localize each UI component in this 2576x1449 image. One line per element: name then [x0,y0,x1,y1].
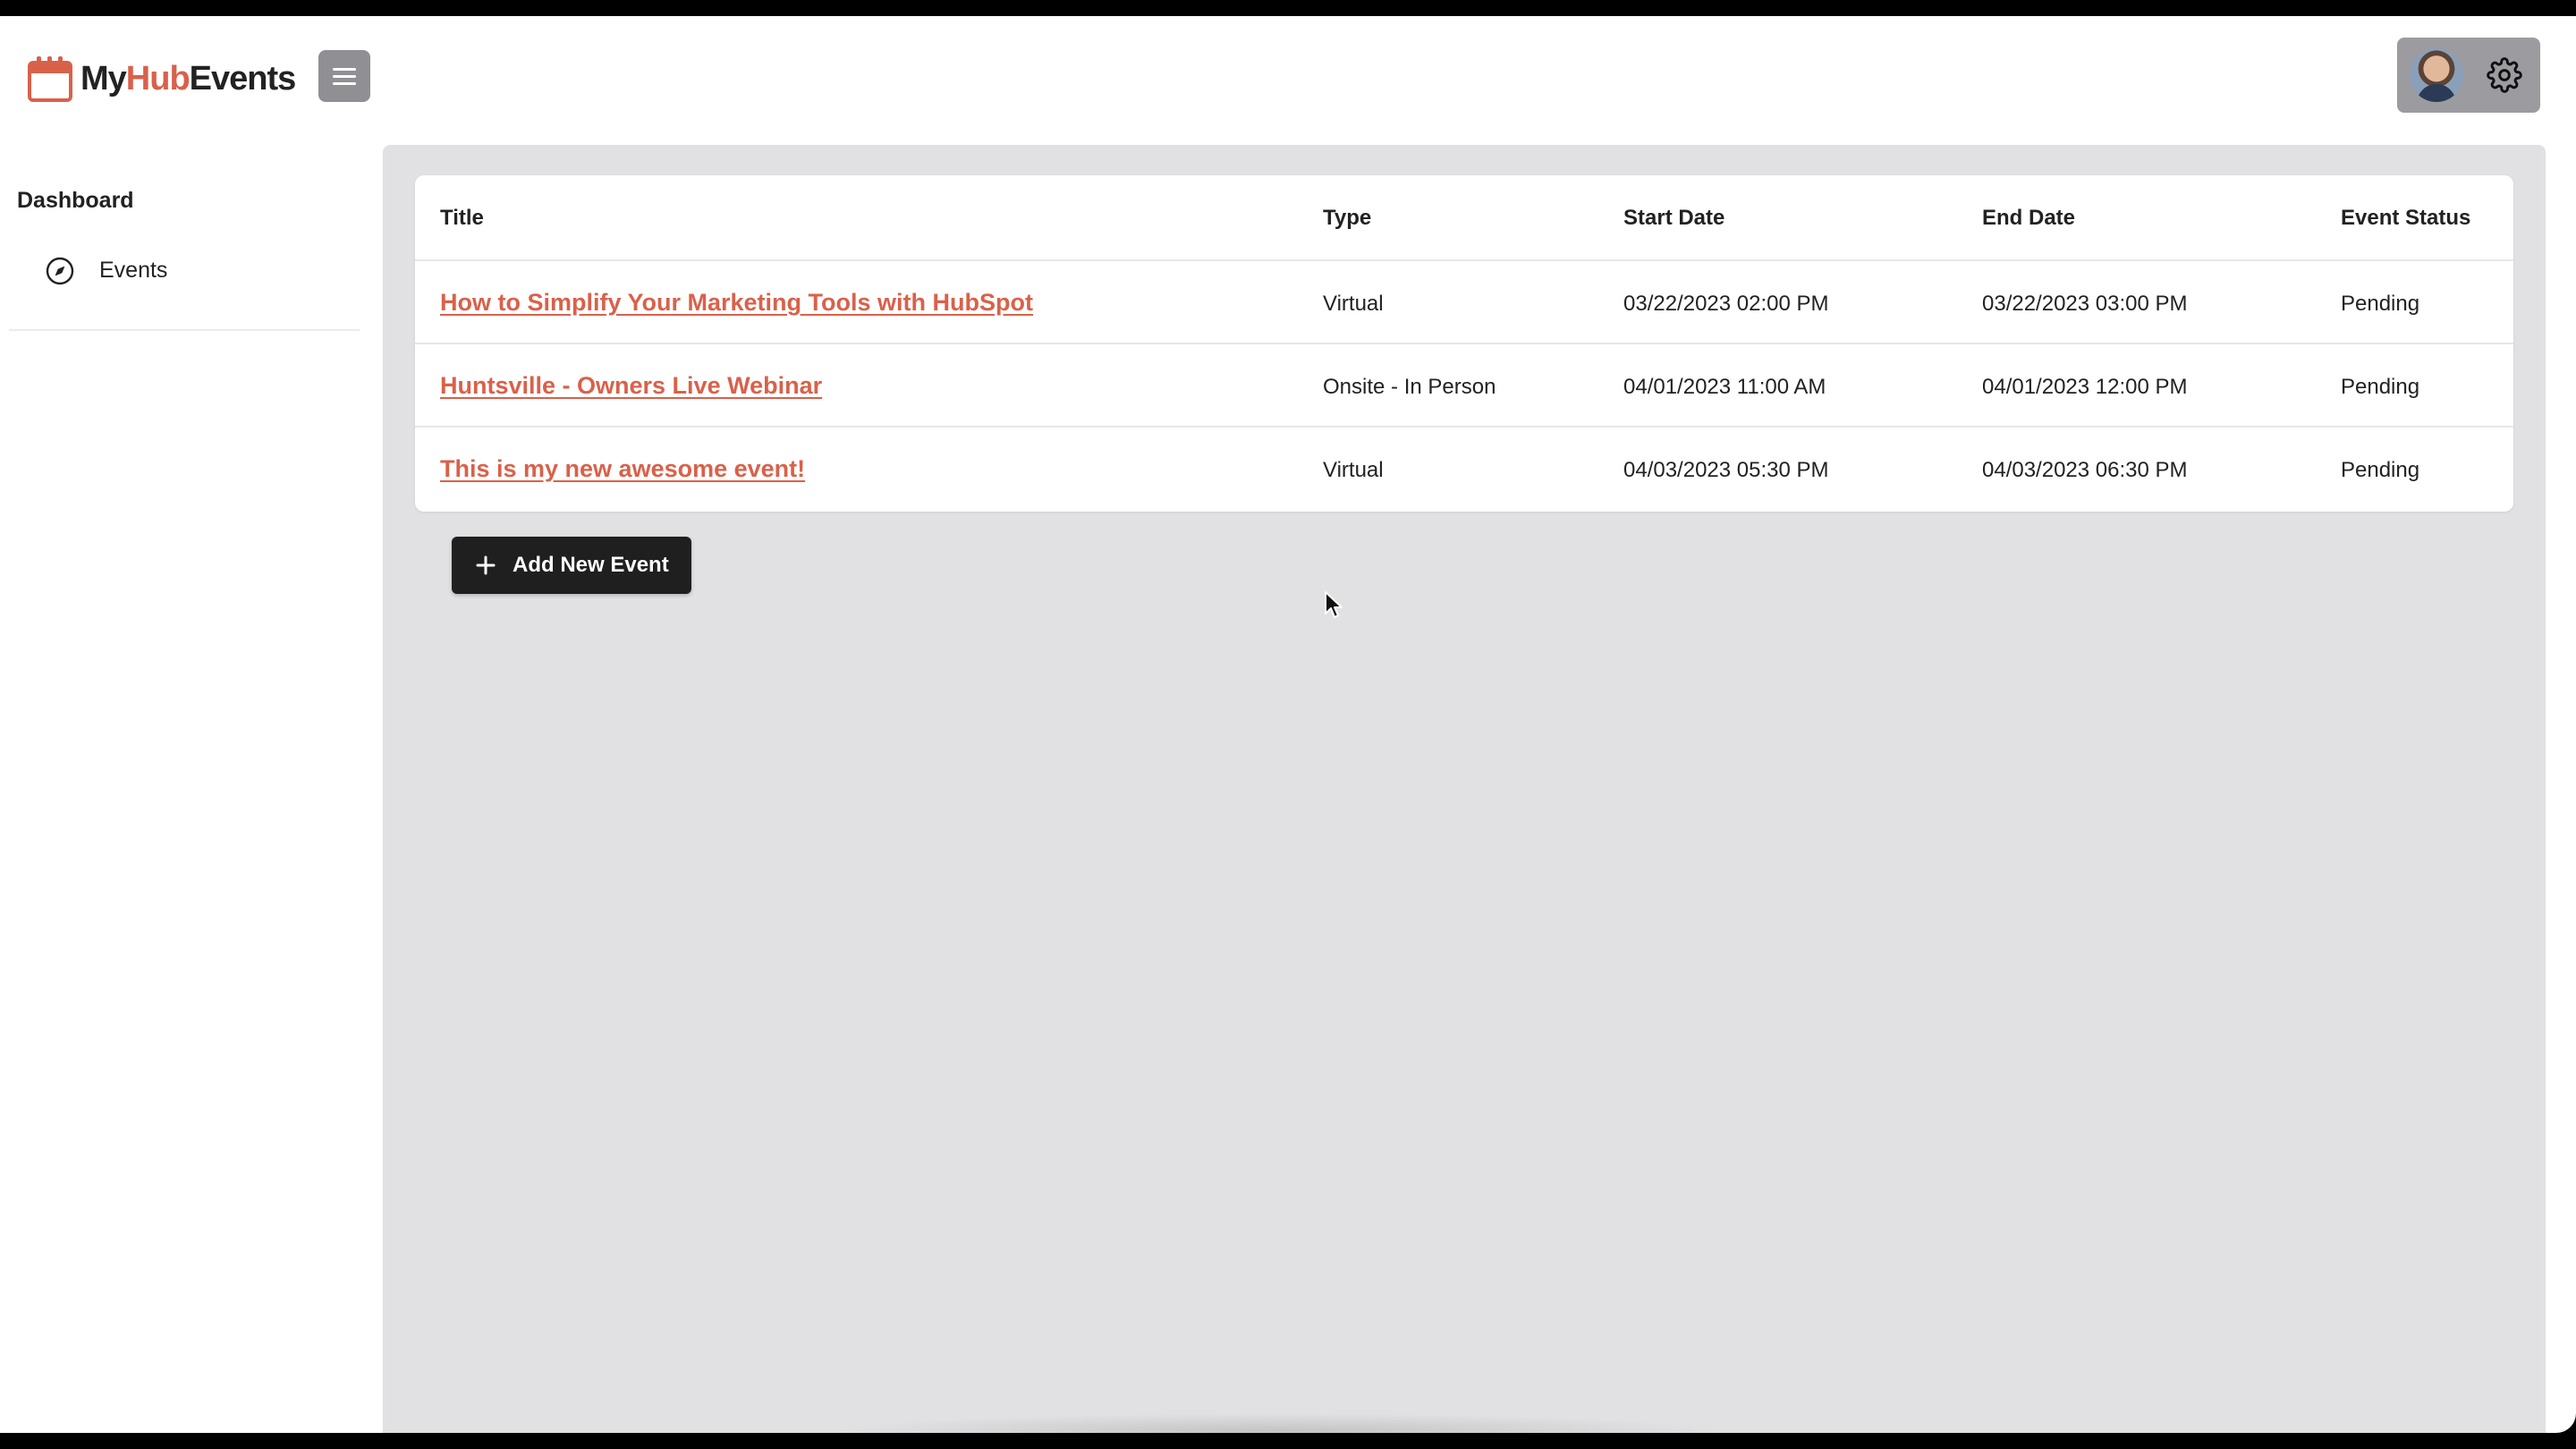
drop-shadow [830,1413,1724,1433]
table-row: This is my new awesome event! Virtual 04… [415,428,2513,511]
avatar[interactable] [2410,48,2463,102]
logo-text-accent: Hub [125,59,191,97]
column-header-type[interactable]: Type [1323,206,1371,231]
table-row: How to Simplify Your Marketing Tools wit… [415,261,2513,344]
gear-icon[interactable] [2487,57,2522,93]
event-type: Virtual [1323,458,1384,482]
column-header-event-status[interactable]: Event Status [2341,206,2470,231]
event-status: Pending [2341,292,2420,316]
sidebar-divider [9,329,360,331]
table-header-row: Title Type Start Date End Date Event Sta… [415,175,2513,261]
hamburger-menu-button[interactable] [318,50,370,102]
sidebar: Dashboard Events [0,145,383,1433]
event-status: Pending [2341,458,2420,482]
top-header: MyHubEvents [0,16,2576,145]
column-header-title[interactable]: Title [440,206,484,231]
event-title-link[interactable]: Huntsville - Owners Live Webinar [440,372,822,400]
event-title-link[interactable]: This is my new awesome event! [440,455,805,483]
add-new-event-label: Add New Event [513,553,669,577]
event-start-date: 04/01/2023 11:00 AM [1623,375,1826,399]
hamburger-line [333,67,356,71]
event-title-link[interactable]: How to Simplify Your Marketing Tools wit… [440,289,1033,317]
sidebar-item-label: Events [99,258,168,283]
app-window: MyHubEvents Dashboard Events Title Type … [0,16,2576,1433]
hamburger-line [333,74,356,78]
add-new-event-button[interactable]: Add New Event [452,537,691,594]
event-end-date: 03/22/2023 03:00 PM [1982,292,2188,316]
hamburger-line [333,81,356,85]
user-menu[interactable] [2397,38,2540,113]
logo-text-prefix: My [80,59,127,97]
event-start-date: 03/22/2023 02:00 PM [1623,292,1829,316]
plus-icon [476,555,496,575]
event-type: Onsite - In Person [1323,375,1496,399]
column-header-end-date[interactable]: End Date [1982,206,2075,231]
event-type: Virtual [1323,292,1384,316]
event-start-date: 04/03/2023 05:30 PM [1623,458,1829,482]
logo-text: MyHubEvents [80,59,297,98]
event-end-date: 04/03/2023 06:30 PM [1982,458,2188,482]
logo-text-suffix: Events [189,59,297,97]
calendar-logo-icon [28,56,72,102]
main-content: Title Type Start Date End Date Event Sta… [383,145,2546,1433]
event-end-date: 04/01/2023 12:00 PM [1982,375,2188,399]
column-header-start-date[interactable]: Start Date [1623,206,1724,231]
sidebar-heading: Dashboard [17,188,134,213]
app-logo[interactable]: MyHubEvents [27,43,297,114]
compass-icon [46,257,74,285]
mouse-cursor-icon [1325,591,1343,618]
table-row: Huntsville - Owners Live Webinar Onsite … [415,344,2513,428]
events-table: Title Type Start Date End Date Event Sta… [415,175,2513,512]
sidebar-item-events[interactable]: Events [9,243,358,299]
event-status: Pending [2341,375,2420,399]
